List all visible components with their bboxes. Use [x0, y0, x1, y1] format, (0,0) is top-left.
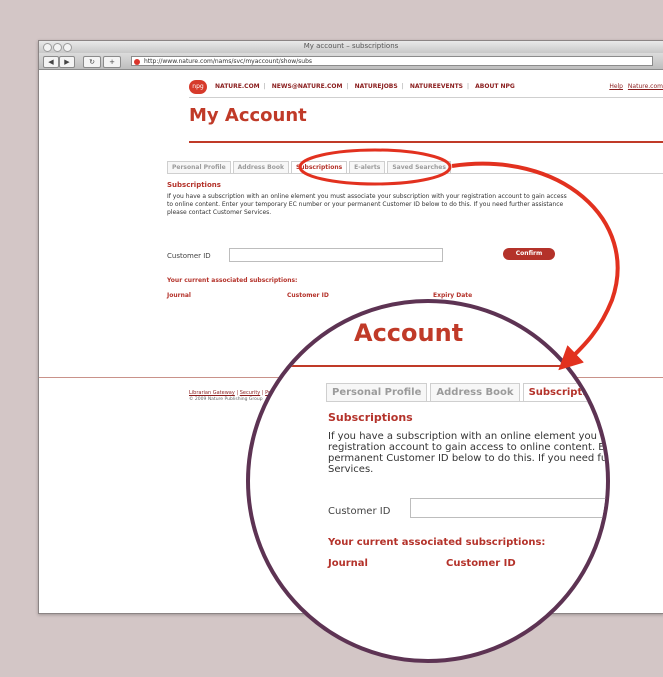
- page-title: My Account: [189, 105, 307, 126]
- back-button[interactable]: ◀: [43, 56, 59, 68]
- zoom-customer-id-input: [410, 498, 606, 518]
- column-journal: Journal: [167, 292, 191, 299]
- zoom-title-rule: [250, 365, 606, 367]
- zoom-tab-personal-profile: Personal Profile: [326, 383, 428, 402]
- window-title: My account – subscriptions: [303, 42, 399, 50]
- site-link[interactable]: Nature.com: [628, 83, 663, 90]
- site-navigation: npg NATURE.COM | NEWS@NATURE.COM | NATUREJ…: [189, 79, 663, 97]
- column-customer-id: Customer ID: [287, 292, 329, 299]
- column-expiry-date: Expiry Date: [433, 292, 473, 299]
- confirm-button[interactable]: Confirm: [503, 248, 555, 260]
- customer-id-input[interactable]: [229, 248, 443, 262]
- zoom-tabs: Personal Profile Address Book Subscripti…: [326, 383, 606, 402]
- tabs-underline: [167, 173, 663, 174]
- nav-link-jobs[interactable]: NATUREJOBS: [355, 83, 398, 90]
- nav-link-about[interactable]: ABOUT NPG: [475, 83, 515, 90]
- nav-link-news[interactable]: NEWS@NATURE.COM: [272, 83, 343, 90]
- npg-logo[interactable]: npg: [189, 80, 207, 94]
- title-rule: [189, 141, 663, 143]
- nav-links: NATURE.COM | NEWS@NATURE.COM | NATUREJOBS |…: [215, 83, 515, 90]
- browser-toolbar: ◀ ▶ ↻ + http://www.nature.com/nams/svc/m…: [39, 53, 663, 70]
- footer-link-security[interactable]: Security: [240, 390, 261, 396]
- add-bookmark-button[interactable]: +: [103, 56, 121, 68]
- zoom-magnifier: Account Personal Profile Address Book Su…: [246, 299, 610, 663]
- site-favicon-icon: [134, 59, 140, 65]
- url-text: http://www.nature.com/nams/svc/myaccount…: [144, 58, 313, 65]
- zoom-tabs-underline: [326, 401, 606, 402]
- zoom-section-heading: Subscriptions: [328, 411, 413, 424]
- footer-link-librarian[interactable]: Librarian Gateway: [189, 390, 235, 396]
- zoom-column-customer-id: Customer ID: [446, 558, 516, 569]
- customer-id-label: Customer ID: [167, 252, 211, 260]
- help-link[interactable]: Help: [609, 83, 623, 90]
- zoom-tab-address-book: Address Book: [430, 383, 520, 402]
- zoom-page-title: Account: [354, 319, 464, 347]
- zoom-column-journal: Journal: [328, 558, 368, 569]
- section-description: If you have a subscription with an onlin…: [167, 193, 567, 216]
- zoom-customer-id-label: Customer ID: [328, 506, 391, 517]
- zoom-section-description: If you have a subscription with an onlin…: [328, 431, 610, 475]
- url-input[interactable]: http://www.nature.com/nams/svc/myaccount…: [131, 56, 653, 66]
- nav-link-nature[interactable]: NATURE.COM: [215, 83, 260, 90]
- forward-button[interactable]: ▶: [59, 56, 75, 68]
- zoom-tab-subscriptions: Subscriptions: [522, 383, 606, 402]
- copyright-text: © 2009 Nature Publishing Group: [189, 397, 263, 402]
- nav-divider: [189, 97, 663, 98]
- zoom-current-subscriptions-heading: Your current associated subscriptions:: [328, 537, 546, 548]
- current-subscriptions-heading: Your current associated subscriptions:: [167, 277, 298, 284]
- section-heading: Subscriptions: [167, 181, 221, 189]
- help-links: Help Nature.com: [606, 83, 663, 90]
- reload-button[interactable]: ↻: [83, 56, 101, 68]
- nav-link-events[interactable]: NATUREEVENTS: [410, 83, 463, 90]
